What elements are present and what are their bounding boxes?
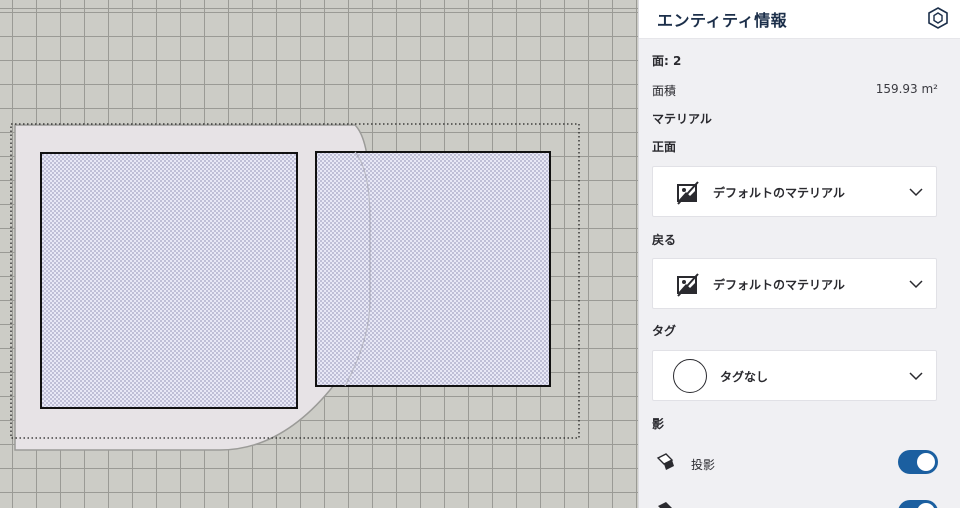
faces-count: 面: 2 [652,54,682,68]
chevron-down-icon [908,184,924,200]
back-material-dropdown[interactable]: デフォルトのマテリアル [652,258,937,309]
cast-shadow-label: 投影 [691,458,716,472]
front-material-value: デフォルトのマテリアル [713,186,845,200]
chevron-down-icon [908,368,924,384]
material-swatch-icon [675,180,701,206]
back-label: 戻る [652,233,677,247]
panel-header: エンティティ情報 [639,0,960,39]
area-label: 面積 [652,84,677,98]
model-canvas[interactable] [0,0,638,508]
tag-color-swatch [673,359,707,393]
panel-title: エンティティ情報 [657,11,788,30]
shadow-section-label: 影 [652,417,665,431]
toggle-knob [917,453,935,471]
chevron-down-icon [908,276,924,292]
receive-shadow-icon [656,500,676,508]
entity-info-panel: エンティティ情報 面: 2 面積 159.93 m² マテリアル 正面 デフォル… [638,0,960,508]
tag-dropdown[interactable]: タグなし [652,350,937,401]
tag-label: タグ [652,324,677,338]
toggle-knob [917,503,935,508]
entity-cube-icon[interactable] [926,6,950,30]
3d-viewport[interactable] [0,0,638,508]
tag-value: タグなし [720,370,769,384]
material-swatch-icon [675,272,701,298]
front-label: 正面 [652,140,677,154]
cast-shadow-icon [656,452,676,472]
material-section-label: マテリアル [652,112,712,126]
selected-face-2 [315,151,551,387]
back-material-value: デフォルトのマテリアル [713,278,845,292]
front-material-dropdown[interactable]: デフォルトのマテリアル [652,166,937,217]
cast-shadow-toggle[interactable] [898,450,938,474]
selected-face-1 [40,152,298,409]
receive-shadow-toggle[interactable] [898,500,938,508]
area-value: 159.93 m² [875,82,938,96]
